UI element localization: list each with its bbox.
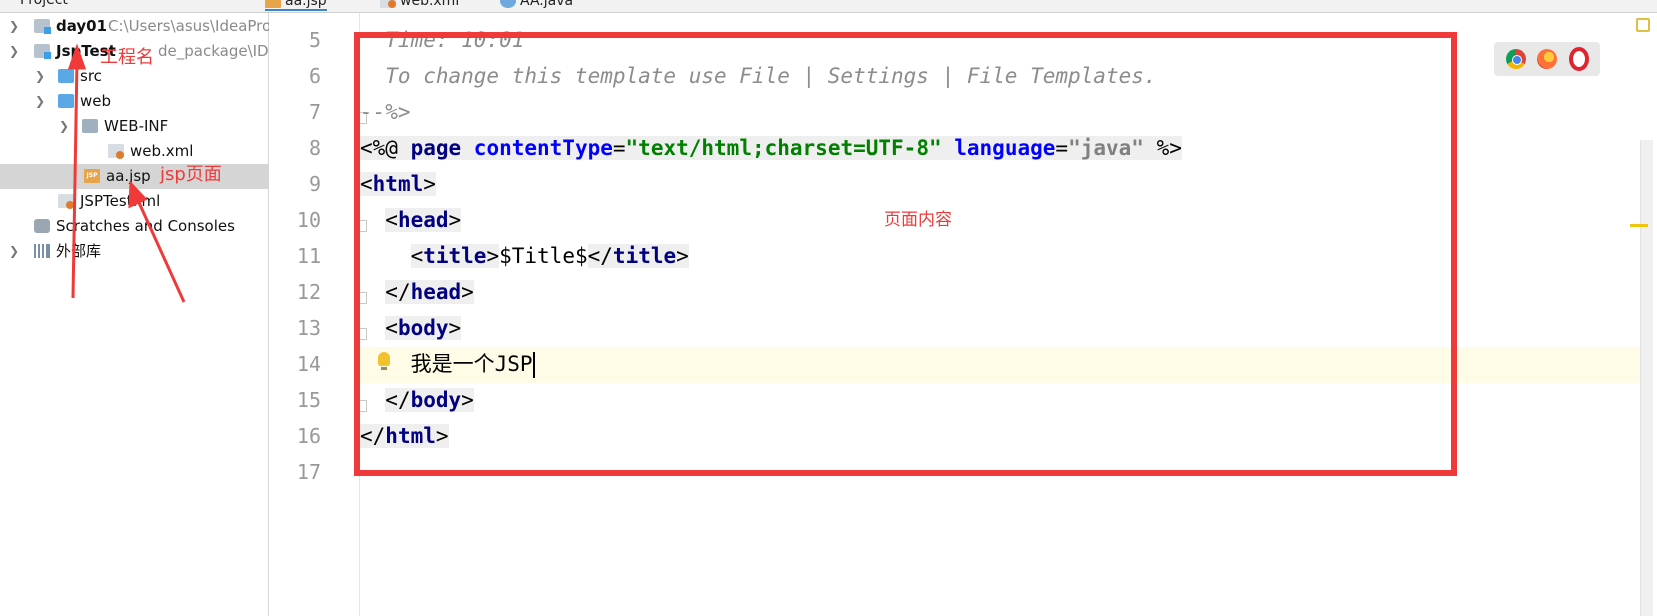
arrow-to-project-name [71,59,79,299]
annotation-arrows [67,43,186,303]
arrowhead-icon [128,180,148,209]
arrowhead-icon [67,43,87,70]
arrow-to-jsp-page [134,195,186,303]
